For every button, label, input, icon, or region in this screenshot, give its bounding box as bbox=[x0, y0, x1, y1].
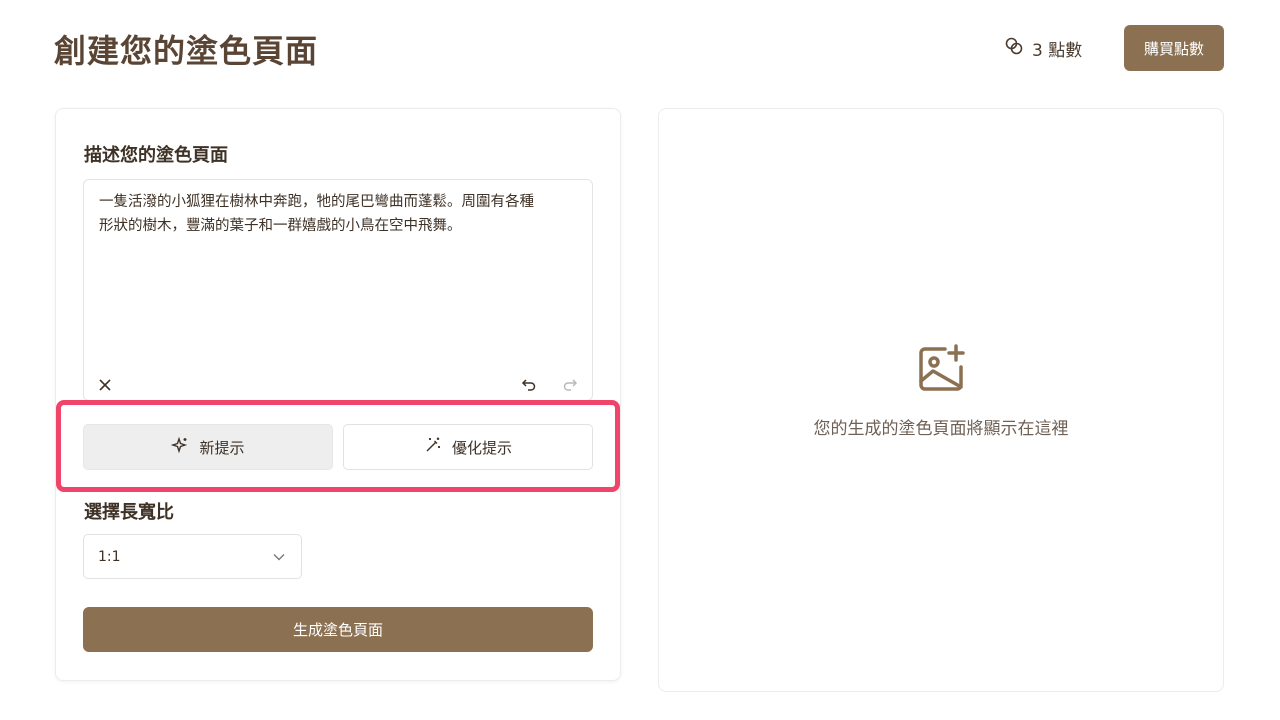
aspect-ratio-value: 1:1 bbox=[98, 548, 121, 565]
redo-icon[interactable] bbox=[561, 376, 579, 394]
sparkles-icon bbox=[171, 436, 189, 458]
buy-credits-button[interactable]: 購買點數 bbox=[1124, 25, 1224, 71]
close-icon[interactable] bbox=[96, 376, 114, 394]
chevron-down-icon bbox=[273, 549, 285, 565]
credits-text: 3 點數 bbox=[1032, 41, 1083, 61]
preview-card bbox=[658, 108, 1224, 692]
undo-icon[interactable] bbox=[520, 376, 538, 394]
description-textarea[interactable]: 一隻活潑的小狐狸在樹林中奔跑，牠的尾巴彎曲而蓬鬆。周圍有各種 形狀的樹木，豐滿的… bbox=[83, 179, 593, 401]
coins-icon bbox=[1004, 36, 1024, 61]
page-title: 創建您的塗色頁面 bbox=[54, 32, 319, 70]
new-prompt-button[interactable]: 新提示 bbox=[83, 424, 333, 470]
image-plus-icon bbox=[915, 343, 967, 395]
description-label: 描述您的塗色頁面 bbox=[84, 145, 228, 166]
description-text[interactable]: 一隻活潑的小狐狸在樹林中奔跑，牠的尾巴彎曲而蓬鬆。周圍有各種 形狀的樹木，豐滿的… bbox=[99, 190, 583, 238]
generate-button[interactable]: 生成塗色頁面 bbox=[83, 607, 593, 652]
aspect-ratio-select[interactable]: 1:1 bbox=[83, 534, 302, 579]
new-prompt-label: 新提示 bbox=[199, 438, 245, 457]
refine-prompt-label: 優化提示 bbox=[451, 438, 512, 457]
refine-prompt-button[interactable]: 優化提示 bbox=[343, 424, 593, 470]
preview-placeholder-text: 您的生成的塗色頁面將顯示在這裡 bbox=[813, 419, 1069, 439]
aspect-ratio-label: 選擇長寬比 bbox=[84, 502, 174, 523]
credits-display: 3 點數 bbox=[1004, 36, 1082, 61]
prompt-form-card: 描述您的塗色頁面 一隻活潑的小狐狸在樹林中奔跑，牠的尾巴彎曲而蓬鬆。周圍有各種 … bbox=[55, 108, 621, 681]
magic-wand-icon bbox=[424, 436, 442, 458]
